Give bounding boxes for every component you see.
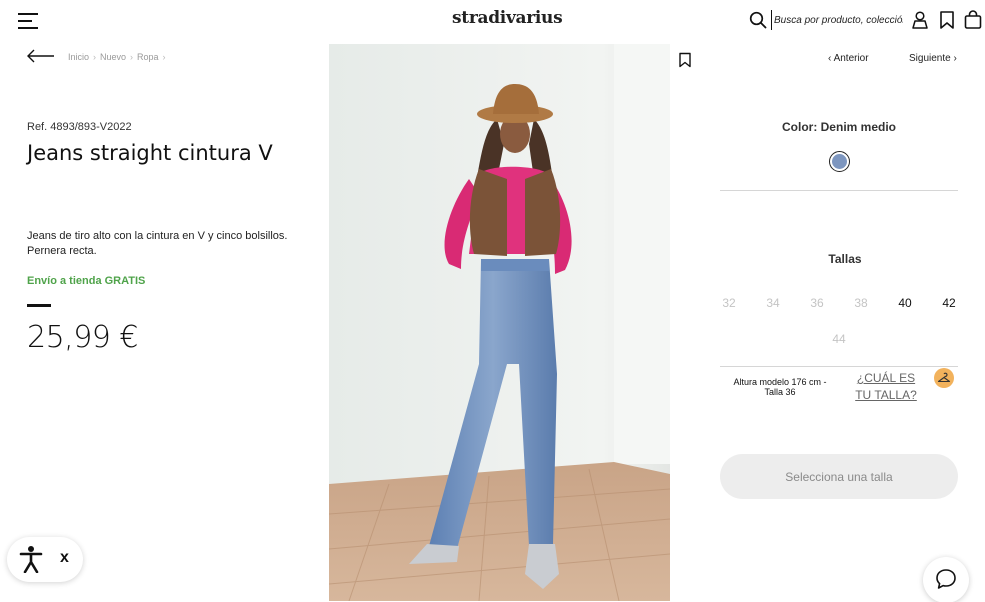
back-arrow-icon[interactable]	[26, 49, 56, 63]
close-icon[interactable]: x	[60, 549, 69, 567]
next-product-link[interactable]: Siguiente ›	[909, 53, 957, 64]
previous-product-link[interactable]: ‹ Anterior	[828, 53, 869, 64]
menu-icon[interactable]	[18, 12, 38, 30]
chevron-right-icon: ›	[93, 52, 97, 62]
brand-logo[interactable]: stradivarius	[452, 8, 563, 28]
bookmark-icon[interactable]	[937, 10, 957, 30]
brand-logo-text: stradivarius	[452, 8, 563, 28]
breadcrumb-item-ropa[interactable]: Ropa	[137, 52, 159, 62]
site-header: stradivarius	[0, 0, 985, 40]
product-photo-illustration	[329, 44, 670, 601]
size-option-44[interactable]: 44	[824, 332, 854, 346]
product-title: Jeans straight cintura V	[27, 141, 273, 165]
price-divider	[27, 304, 51, 307]
select-size-button[interactable]: Selecciona una talla	[720, 454, 958, 499]
chevron-right-icon: ›	[950, 53, 957, 64]
model-info: Altura modelo 176 cm - Talla 36	[733, 377, 827, 397]
product-image[interactable]	[329, 44, 670, 601]
product-reference: Ref. 4893/893-V2022	[27, 121, 132, 133]
product-price: 25,99 €	[27, 320, 139, 355]
user-icon[interactable]	[910, 10, 930, 30]
chat-button[interactable]	[923, 557, 969, 602]
size-option-34[interactable]: 34	[758, 296, 788, 310]
breadcrumb-item-inicio[interactable]: Inicio	[68, 52, 89, 62]
previous-label: Anterior	[833, 53, 869, 64]
chat-icon	[936, 569, 956, 589]
divider	[720, 366, 958, 367]
bag-icon[interactable]	[963, 10, 983, 30]
shipping-info: Envío a tienda GRATIS	[27, 275, 146, 287]
size-option-42[interactable]: 42	[934, 296, 964, 310]
sizes-label: Tallas	[828, 252, 862, 266]
color-swatch[interactable]	[829, 151, 850, 172]
size-option-38[interactable]: 38	[846, 296, 876, 310]
search-icon[interactable]	[749, 11, 767, 29]
color-swatch-fill	[832, 154, 847, 169]
search-input[interactable]	[771, 10, 903, 30]
size-guide-link[interactable]: ¿CUÁL ES TU TALLA?	[848, 370, 924, 404]
save-bookmark-icon[interactable]	[678, 52, 692, 68]
accessibility-icon[interactable]	[19, 545, 43, 573]
next-label: Siguiente	[909, 53, 951, 64]
size-option-32[interactable]: 32	[714, 296, 744, 310]
breadcrumb: Inicio › Nuevo › Ropa ›	[68, 52, 166, 62]
size-option-36[interactable]: 36	[802, 296, 832, 310]
color-label: Color: Denim medio	[781, 120, 896, 134]
breadcrumb-item-nuevo[interactable]: Nuevo	[100, 52, 126, 62]
hanger-icon[interactable]	[934, 368, 954, 388]
accessibility-widget[interactable]: x	[7, 537, 83, 582]
chevron-right-icon: ›	[130, 52, 134, 62]
chevron-right-icon: ›	[162, 52, 166, 62]
size-option-40[interactable]: 40	[890, 296, 920, 310]
divider	[720, 190, 958, 191]
product-description: Jeans de tiro alto con la cintura en V y…	[27, 230, 288, 257]
